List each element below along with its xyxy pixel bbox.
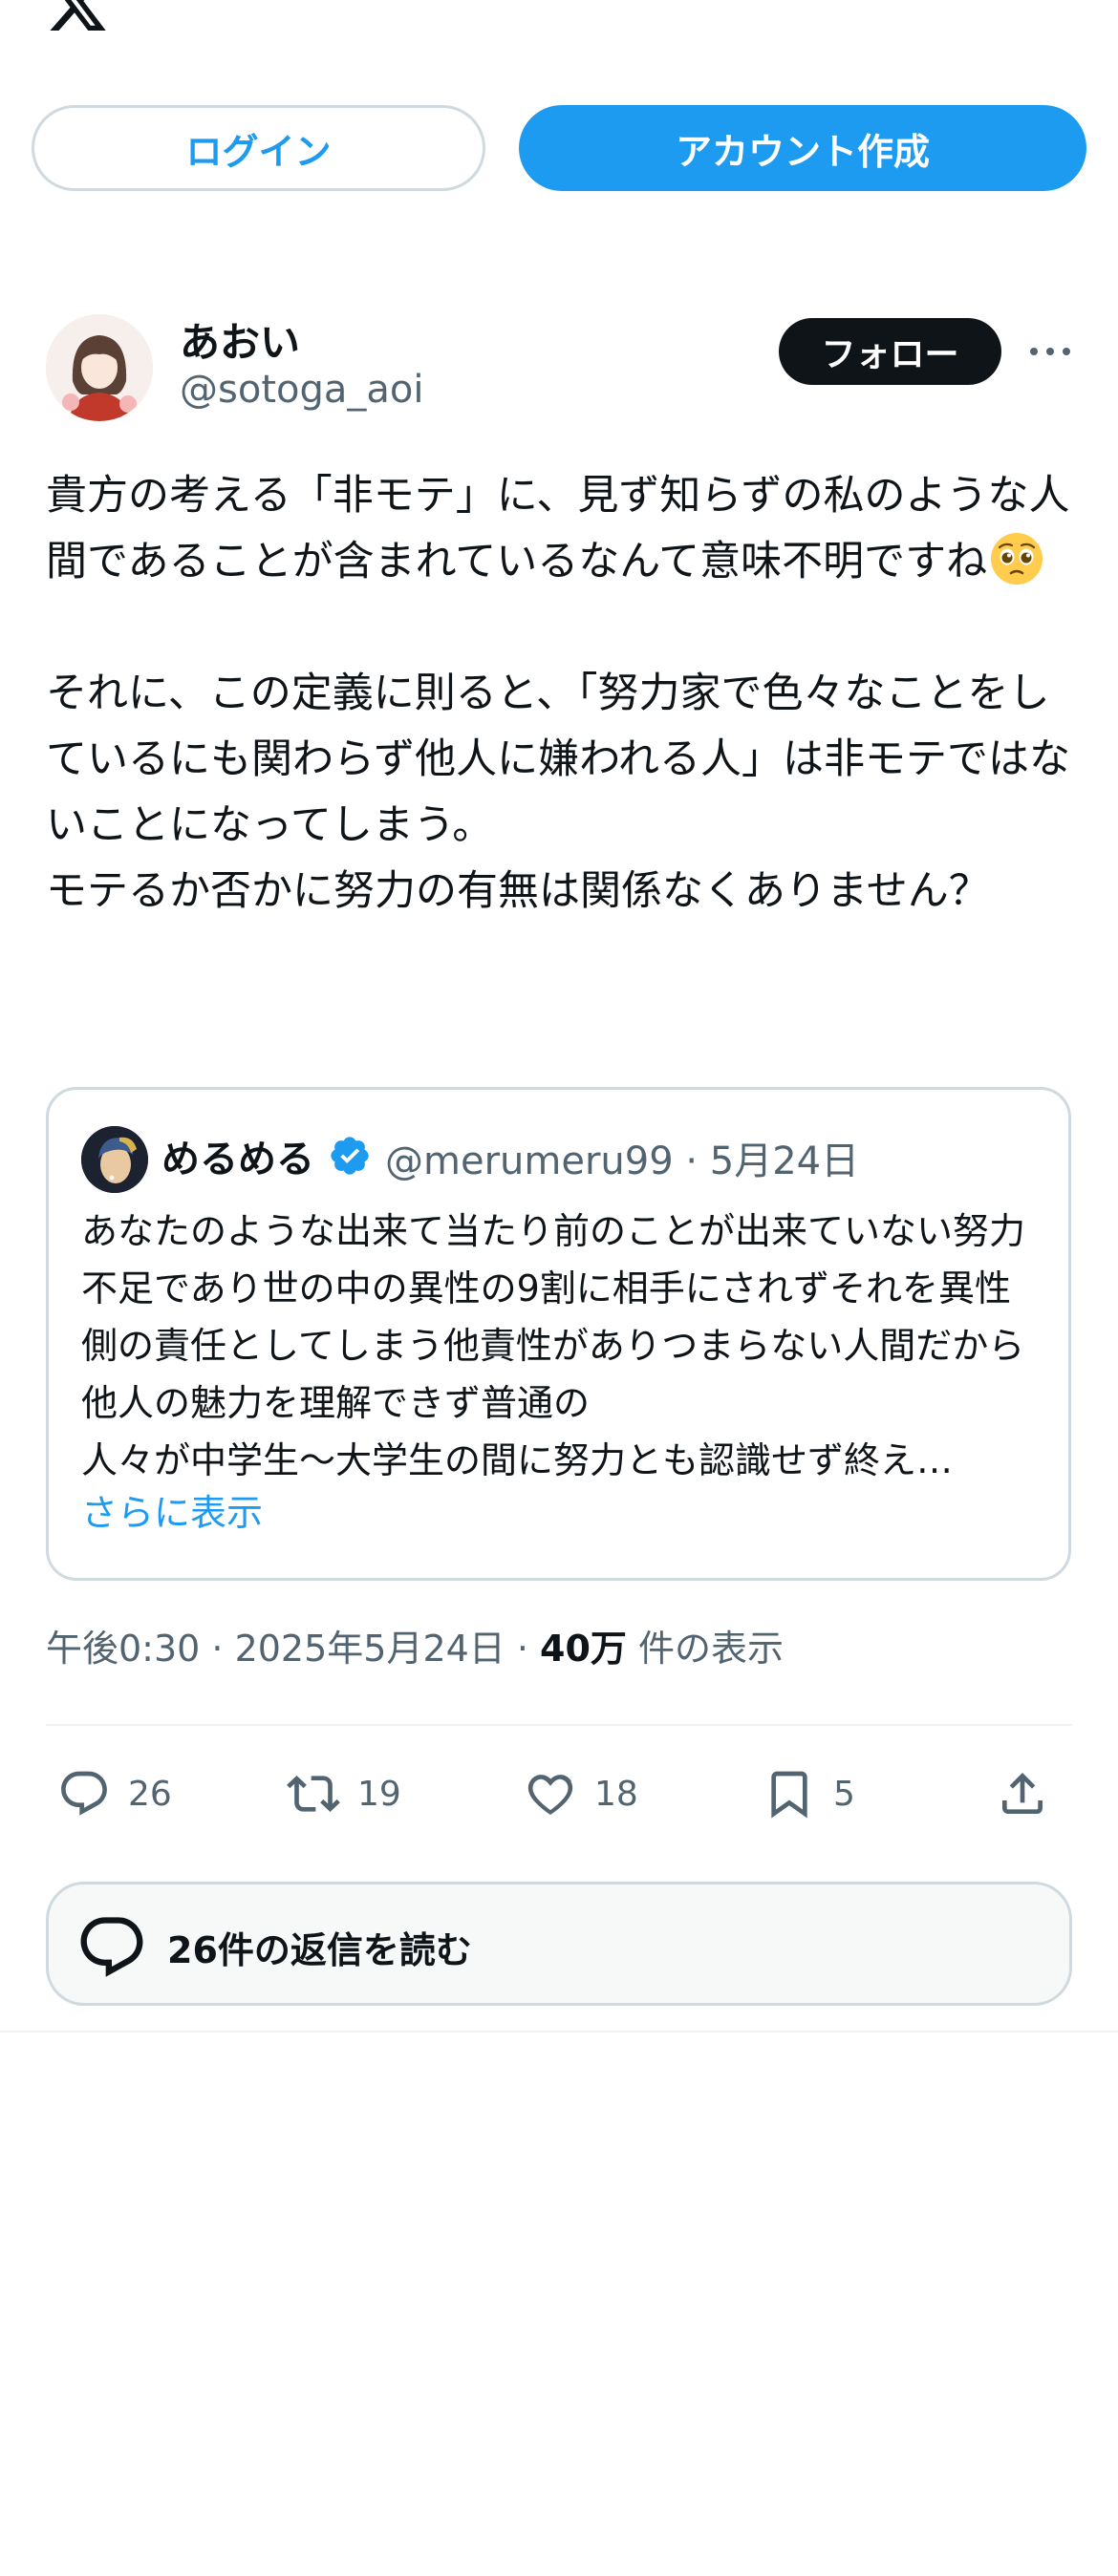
- follow-button[interactable]: フォロー: [779, 318, 1001, 385]
- share-icon: [1002, 1773, 1043, 1814]
- quoted-text: あなたのような出来て当たり前のことが出来ていない努力不足であり世の中の異性の9割…: [81, 1210, 1026, 1481]
- pleading-face-emoji-icon: [991, 533, 1043, 585]
- bookmark-icon: [771, 1771, 807, 1819]
- post-text: 貴方の考える「非モテ」に、見ず知らずの私のような人間であることが含まれているなん…: [46, 472, 1070, 915]
- login-button[interactable]: ログイン: [32, 105, 485, 191]
- heart-icon: [527, 1775, 573, 1816]
- post-author: あおい @sotoga_aoi フォロー: [46, 310, 1078, 435]
- like-count: 18: [594, 1774, 638, 1814]
- read-replies-button[interactable]: 26件の返信を読む: [46, 1882, 1072, 2006]
- post-more-icon[interactable]: [1026, 337, 1074, 366]
- author-name[interactable]: あおい: [180, 310, 300, 369]
- more-horizontal-icon[interactable]: [1019, 0, 1076, 15]
- views-count: 40万: [540, 1628, 627, 1670]
- reply-bubble-icon: [80, 1917, 143, 1977]
- top-bar: [0, 0, 1118, 57]
- divider: [0, 2031, 1118, 2033]
- views-label: 件の表示: [626, 1628, 785, 1670]
- action-bar: 26 19 18 5: [46, 1756, 1072, 1832]
- reply-button[interactable]: 26: [57, 1756, 172, 1832]
- repost-icon: [287, 1776, 340, 1812]
- like-button[interactable]: 18: [524, 1756, 638, 1832]
- post-timestamp[interactable]: 午後0:30 · 2025年5月24日 ·: [46, 1628, 540, 1670]
- share-button[interactable]: [996, 1756, 1066, 1832]
- quoted-author-name[interactable]: めるめる: [161, 1128, 314, 1183]
- bookmark-button[interactable]: 5: [763, 1756, 855, 1832]
- read-replies-label: 26件の返信を読む: [167, 1929, 472, 1971]
- repost-button[interactable]: 19: [287, 1756, 401, 1832]
- create-account-button[interactable]: アカウント作成: [519, 105, 1086, 191]
- reply-count: 26: [128, 1774, 172, 1814]
- x-logo-icon[interactable]: [46, 0, 109, 36]
- quoted-author-avatar[interactable]: [81, 1126, 148, 1193]
- author-avatar[interactable]: [46, 314, 153, 421]
- quoted-post[interactable]: めるめる @merumeru99 · 5月24日 あなたのような出来て当たり前の…: [46, 1087, 1071, 1581]
- show-more-link[interactable]: さらに表示: [81, 1483, 263, 1536]
- post-metadata: 午後0:30 · 2025年5月24日 · 40万 件の表示: [46, 1619, 784, 1671]
- reply-icon: [61, 1771, 107, 1816]
- auth-buttons: ログイン アカウント作成: [32, 105, 1086, 191]
- repost-count: 19: [357, 1774, 401, 1814]
- quoted-handle-date: @merumeru99 · 5月24日: [385, 1139, 860, 1183]
- verified-badge-icon: [331, 1137, 369, 1175]
- bookmark-count: 5: [833, 1774, 855, 1814]
- divider: [46, 1724, 1072, 1726]
- author-handle[interactable]: @sotoga_aoi: [180, 368, 423, 412]
